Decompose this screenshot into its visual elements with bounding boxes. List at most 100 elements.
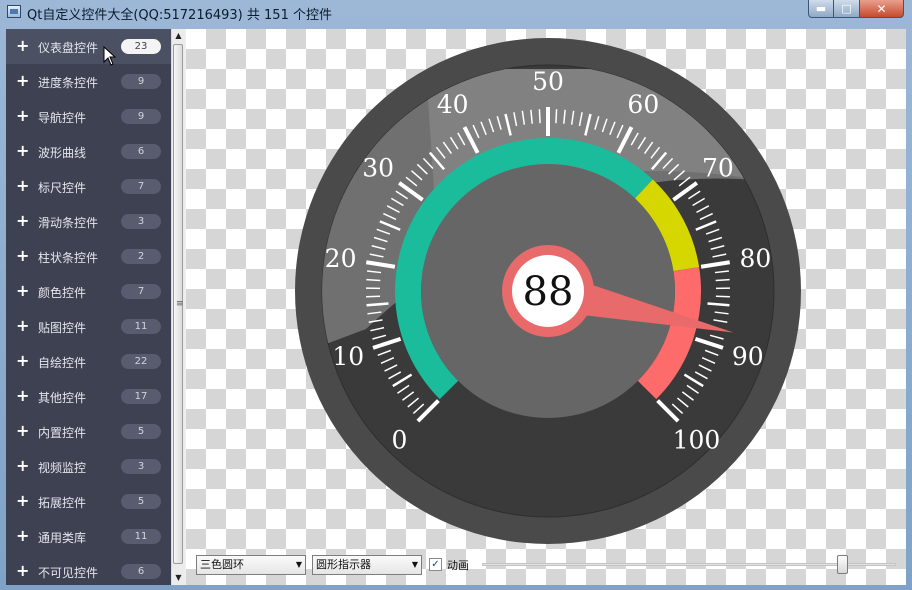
maximize-button[interactable]: □ — [834, 0, 860, 18]
sidebar-scrollbar[interactable]: ▲ ≡ ▼ — [171, 29, 185, 585]
app-icon — [7, 5, 21, 18]
gauge-tick-label: 20 — [325, 244, 357, 273]
pointer-style-select[interactable]: 圆形指示器 ▼ — [312, 555, 422, 575]
sidebar-item[interactable]: + 导航控件 9 — [6, 99, 171, 134]
count-badge: 11 — [121, 319, 161, 334]
count-badge: 3 — [121, 214, 161, 229]
sidebar-item[interactable]: + 不可见控件 6 — [6, 554, 171, 585]
scroll-thumb[interactable]: ≡ — [173, 44, 184, 564]
count-badge: 9 — [121, 109, 161, 124]
plus-icon: + — [16, 561, 30, 580]
sidebar-item[interactable]: + 视频监控 3 — [6, 449, 171, 484]
sidebar-item-label: 仪表盘控件 — [38, 41, 99, 55]
sidebar-item-label: 滑动条控件 — [38, 216, 99, 230]
gauge-tick-label: 100 — [673, 425, 721, 454]
gauge-tick-label: 30 — [362, 154, 394, 183]
gauge-tick — [555, 109, 558, 124]
sidebar-item[interactable]: + 自绘控件 22 — [6, 344, 171, 379]
gauge-tick-label: 60 — [627, 90, 659, 119]
scroll-grip-icon: ≡ — [176, 299, 184, 309]
chevron-down-icon: ▼ — [295, 560, 302, 569]
sidebar-item-label: 柱状条控件 — [38, 251, 99, 265]
gauge-value: 88 — [523, 269, 574, 315]
sidebar-item[interactable]: + 进度条控件 9 — [6, 64, 171, 99]
sidebar-item-label: 视频监控 — [38, 461, 87, 475]
sidebar-nav: + 仪表盘控件 23 + 进度条控件 9 + 导航控件 9 + 波形曲线 6 + 标尺控件 7 + 滑动条控件 3… — [6, 29, 171, 585]
count-badge: 22 — [121, 354, 161, 369]
sidebar-item-label: 拓展控件 — [38, 496, 87, 510]
sidebar-item[interactable]: + 仪表盘控件 23 — [6, 29, 171, 64]
count-badge: 9 — [121, 74, 161, 89]
animation-label: 动画 — [447, 559, 469, 572]
gauge-tick — [366, 302, 389, 307]
gauge-tick-label: 10 — [332, 342, 364, 371]
plus-icon: + — [16, 316, 30, 335]
plus-icon: + — [16, 246, 30, 265]
mouse-cursor-icon — [103, 46, 117, 66]
sidebar-item[interactable]: + 内置控件 5 — [6, 414, 171, 449]
count-badge: 3 — [121, 459, 161, 474]
sidebar-item[interactable]: + 颜色控件 7 — [6, 274, 171, 309]
sidebar-item-label: 导航控件 — [38, 111, 87, 125]
scroll-down-arrow-icon[interactable]: ▼ — [172, 571, 185, 585]
count-badge: 23 — [121, 39, 161, 54]
sidebar-item-label: 其他控件 — [38, 391, 87, 405]
animation-checkbox[interactable]: ✓ — [429, 558, 442, 571]
sidebar-item-label: 贴图控件 — [38, 321, 87, 335]
plus-icon: + — [16, 71, 30, 90]
count-badge: 17 — [121, 389, 161, 404]
sidebar-item[interactable]: + 其他控件 17 — [6, 379, 171, 414]
scroll-up-arrow-icon[interactable]: ▲ — [172, 29, 185, 43]
value-slider-handle[interactable] — [837, 555, 848, 574]
count-badge: 5 — [121, 424, 161, 439]
pointer-style-value: 圆形指示器 — [316, 558, 371, 571]
sidebar-item[interactable]: + 拓展控件 5 — [6, 484, 171, 519]
plus-icon: + — [16, 456, 30, 475]
title-bar[interactable]: Qt自定义控件大全(QQ:517216493) 共 151 个控件 ▬ □ ✕ — [0, 0, 912, 26]
sidebar-item-label: 波形曲线 — [38, 146, 87, 160]
plus-icon: + — [16, 176, 30, 195]
gauge-preview-area: 0 10 20 30 40 50 60 70 80 90 100 88 三色圆环 ▼ 圆形指示器 ▼ … — [186, 29, 906, 585]
sidebar-item-label: 内置控件 — [38, 426, 87, 440]
count-badge: 6 — [121, 144, 161, 159]
count-badge: 5 — [121, 494, 161, 509]
minimize-button[interactable]: ▬ — [808, 0, 834, 18]
gauge-tick-label: 50 — [532, 67, 564, 96]
sidebar-item[interactable]: + 滑动条控件 3 — [6, 204, 171, 239]
gauge-tick-label: 40 — [437, 90, 469, 119]
close-button[interactable]: ✕ — [860, 0, 904, 18]
sidebar-item-label: 颜色控件 — [38, 286, 87, 300]
chevron-down-icon: ▼ — [411, 560, 418, 569]
gauge-tick-label: 70 — [702, 154, 734, 183]
plus-icon: + — [16, 386, 30, 405]
count-badge: 6 — [121, 564, 161, 579]
sidebar-item-label: 自绘控件 — [38, 356, 87, 370]
sidebar-item[interactable]: + 通用类库 11 — [6, 519, 171, 554]
gauge-tick — [707, 302, 730, 307]
count-badge: 2 — [121, 249, 161, 264]
gauge-tick-label: 90 — [732, 342, 764, 371]
gauge-canvas: 0 10 20 30 40 50 60 70 80 90 100 88 — [295, 38, 801, 544]
gauge-tick-label: 0 — [392, 425, 408, 454]
count-badge: 7 — [121, 284, 161, 299]
value-slider-track[interactable] — [482, 563, 896, 566]
ring-style-select[interactable]: 三色圆环 ▼ — [196, 555, 306, 575]
ring-style-value: 三色圆环 — [200, 558, 244, 571]
client-area: + 仪表盘控件 23 + 进度条控件 9 + 导航控件 9 + 波形曲线 6 + 标尺控件 7 + 滑动条控件 3… — [6, 29, 906, 585]
sidebar-item[interactable]: + 波形曲线 6 — [6, 134, 171, 169]
sidebar-item[interactable]: + 贴图控件 11 — [6, 309, 171, 344]
window-title: Qt自定义控件大全(QQ:517216493) 共 151 个控件 — [27, 8, 332, 23]
plus-icon: + — [16, 351, 30, 370]
plus-icon: + — [16, 281, 30, 300]
gauge-tick — [366, 278, 381, 282]
dashboard-gauge: 0 10 20 30 40 50 60 70 80 90 100 88 — [186, 29, 906, 585]
gauge-tick — [715, 278, 730, 282]
plus-icon: + — [16, 141, 30, 160]
sidebar-item-label: 不可见控件 — [38, 566, 99, 580]
sidebar-item[interactable]: + 柱状条控件 2 — [6, 239, 171, 274]
app-window: Qt自定义控件大全(QQ:517216493) 共 151 个控件 ▬ □ ✕ … — [0, 0, 912, 590]
sidebar-item[interactable]: + 标尺控件 7 — [6, 169, 171, 204]
plus-icon: + — [16, 36, 30, 55]
gauge-tick — [538, 109, 541, 124]
plus-icon: + — [16, 526, 30, 545]
